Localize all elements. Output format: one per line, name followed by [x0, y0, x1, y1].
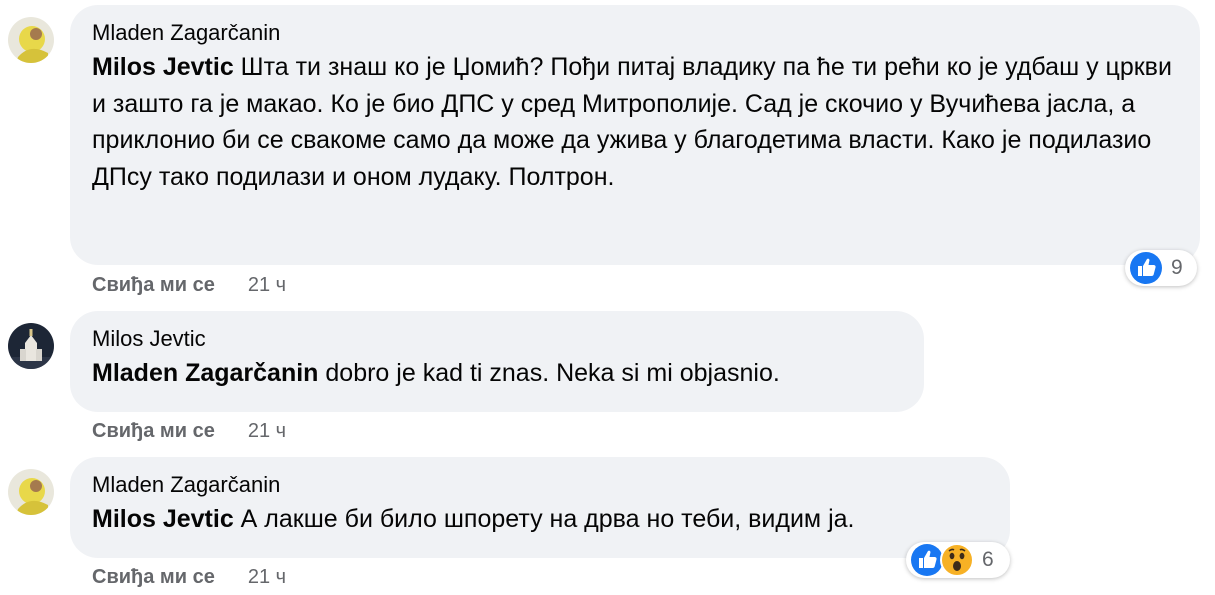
comment-body: dobro je kad ti znas. Neka si mi objasni…: [318, 359, 780, 387]
comment-bubble: Milos Jevtic Mladen Zagarčanin dobro je …: [70, 311, 924, 412]
like-icon: [1129, 251, 1163, 285]
comment-author[interactable]: Milos Jevtic: [92, 325, 902, 353]
comment-text: Milos Jevtic Шта ти знаш ко је Џомић? По…: [92, 49, 1178, 195]
like-button[interactable]: Свиђа ми се: [92, 274, 215, 297]
comment-actions: Свиђа ми се 21 ч: [92, 420, 286, 443]
wow-icon: [940, 543, 974, 577]
like-icon: [910, 543, 944, 577]
comment-actions: Свиђа ми се 21 ч: [92, 274, 286, 297]
timestamp[interactable]: 21 ч: [248, 420, 286, 443]
mention-link[interactable]: Mladen Zagarčanin: [92, 359, 318, 387]
comment-author[interactable]: Mladen Zagarčanin: [92, 19, 1178, 47]
comment-text: Milos Jevtic А лакше би било шпорету на …: [92, 501, 988, 538]
comment-body: А лакше би било шпорету на дрва но теби,…: [233, 505, 855, 533]
comment-body: Шта ти знаш ко је Џомић? Пођи питај влад…: [92, 53, 1172, 191]
mention-link[interactable]: Milos Jevtic: [92, 53, 234, 81]
comment-text: Mladen Zagarčanin dobro je kad ti znas. …: [92, 355, 902, 392]
timestamp[interactable]: 21 ч: [248, 274, 286, 297]
comment-bubble: Mladen Zagarčanin Milos Jevtic А лакше б…: [70, 457, 1010, 558]
avatar[interactable]: [8, 17, 54, 63]
reaction-summary[interactable]: 9: [1125, 250, 1197, 286]
reaction-count: 9: [1171, 256, 1183, 279]
avatar[interactable]: [8, 469, 54, 515]
reaction-count: 6: [982, 548, 994, 571]
timestamp[interactable]: 21 ч: [248, 566, 286, 589]
like-button[interactable]: Свиђа ми се: [92, 420, 215, 443]
comment-bubble: Mladen Zagarčanin Milos Jevtic Шта ти зн…: [70, 5, 1200, 265]
comment-author[interactable]: Mladen Zagarčanin: [92, 471, 988, 499]
reaction-summary[interactable]: 6: [906, 542, 1010, 578]
avatar[interactable]: [8, 323, 54, 369]
comment-actions: Свиђа ми се 21 ч: [92, 566, 286, 589]
mention-link[interactable]: Milos Jevtic: [92, 505, 234, 533]
like-button[interactable]: Свиђа ми се: [92, 566, 215, 589]
